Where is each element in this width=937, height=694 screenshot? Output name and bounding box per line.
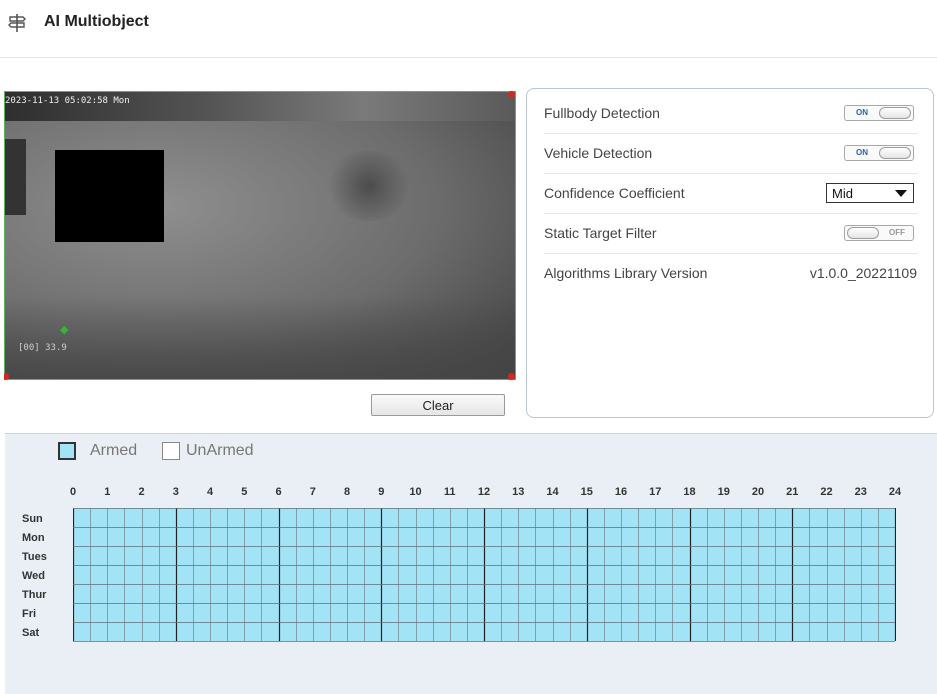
clear-button[interactable]: Clear <box>371 394 505 416</box>
algorithms-library-label: Algorithms Library Version <box>544 265 708 281</box>
hour-label: 2 <box>138 486 145 498</box>
hour-label: 11 <box>443 486 456 498</box>
hour-label: 5 <box>241 486 248 498</box>
select-value: Mid <box>832 186 853 201</box>
area-corner-handle[interactable] <box>508 91 515 98</box>
armed-legend-swatch[interactable] <box>58 442 76 460</box>
hour-label: 22 <box>820 486 833 498</box>
algorithms-library-row: Algorithms Library Version v1.0.0_202211… <box>544 253 917 293</box>
day-label: Mon <box>22 532 45 544</box>
hour-label: 12 <box>477 486 491 498</box>
vehicle-detection-label: Vehicle Detection <box>544 145 653 161</box>
fullbody-detection-row: Fullbody Detection ON <box>544 93 917 134</box>
hour-label: 19 <box>717 486 730 498</box>
hour-label: 20 <box>751 486 765 498</box>
unarmed-legend-label: UnArmed <box>186 442 254 459</box>
toggle-state-text: ON <box>856 148 868 157</box>
toggle-knob <box>879 107 911 119</box>
hour-label: 9 <box>378 486 385 498</box>
day-label: Wed <box>22 570 46 582</box>
confidence-coefficient-select[interactable]: Mid <box>826 183 914 203</box>
fullbody-detection-label: Fullbody Detection <box>544 105 660 121</box>
schedule-grid[interactable] <box>73 508 896 691</box>
armed-legend-label: Armed <box>90 442 138 459</box>
dropdown-arrow-icon <box>895 190 907 197</box>
hour-label: 14 <box>546 486 559 498</box>
video-timestamp: 2023-11-13 05:02:58 Mon <box>5 96 130 106</box>
hour-label: 21 <box>786 486 799 498</box>
confidence-coefficient-row: Confidence Coefficient Mid <box>544 173 917 214</box>
detection-area-frame[interactable] <box>4 91 516 380</box>
header-divider <box>0 57 937 58</box>
fullbody-detection-toggle[interactable]: ON <box>844 105 914 121</box>
hour-label: 6 <box>275 486 282 498</box>
static-target-filter-label: Static Target Filter <box>544 225 657 241</box>
hour-label: 23 <box>854 486 867 498</box>
confidence-coefficient-label: Confidence Coefficient <box>544 185 685 201</box>
static-target-filter-toggle[interactable]: OFF <box>844 225 914 241</box>
day-label: Tues <box>22 551 47 563</box>
toggle-state-text: ON <box>856 108 868 117</box>
signpost-icon <box>8 13 26 33</box>
hour-label: 10 <box>409 486 422 498</box>
vehicle-detection-toggle[interactable]: ON <box>844 145 914 161</box>
vehicle-detection-row: Vehicle Detection ON <box>544 133 917 174</box>
area-corner-handle[interactable] <box>508 373 515 380</box>
static-target-filter-row: Static Target Filter OFF <box>544 213 917 254</box>
hour-label: 4 <box>206 486 214 498</box>
unarmed-legend-swatch[interactable] <box>162 442 180 460</box>
hour-label: 15 <box>580 486 593 498</box>
day-label: Thur <box>22 589 47 601</box>
hour-label: 1 <box>104 486 111 498</box>
video-osd-text: [00] 33.9 <box>18 343 67 353</box>
hour-label: 24 <box>888 486 902 498</box>
hour-label: 13 <box>512 486 525 498</box>
algorithms-library-version: v1.0.0_20221109 <box>809 265 917 281</box>
toggle-state-text: OFF <box>889 228 905 237</box>
hour-label: 0 <box>69 486 77 498</box>
day-label: Sun <box>22 513 43 525</box>
hour-label: 17 <box>649 486 662 498</box>
hour-label: 3 <box>172 486 179 498</box>
hour-axis: 0 1 2 3 4 5 6 7 8 9 10 11 12 13 14 15 16 17 18 19 20 21 22 23 24 <box>5 486 937 500</box>
video-preview[interactable]: 2023-11-13 05:02:58 Mon ◆ [00] 33.9 <box>4 91 516 380</box>
hour-label: 18 <box>683 486 696 498</box>
settings-panel: Fullbody Detection ON Vehicle Detection … <box>526 88 934 418</box>
page-title: AI Multiobject <box>44 13 149 30</box>
hour-label: 16 <box>614 486 628 498</box>
target-marker-icon: ◆ <box>60 324 69 336</box>
hour-label: 7 <box>309 486 316 498</box>
day-label: Sat <box>22 627 40 639</box>
toggle-knob <box>847 227 879 239</box>
hour-label: 8 <box>343 486 351 498</box>
page-header: AI Multiobject <box>0 0 937 58</box>
arming-schedule: Armed UnArmed 0 1 2 3 4 5 6 7 8 9 10 11 12 13 14 15 16 17… <box>5 433 937 694</box>
day-label: Fri <box>22 608 37 620</box>
toggle-knob <box>879 147 911 159</box>
